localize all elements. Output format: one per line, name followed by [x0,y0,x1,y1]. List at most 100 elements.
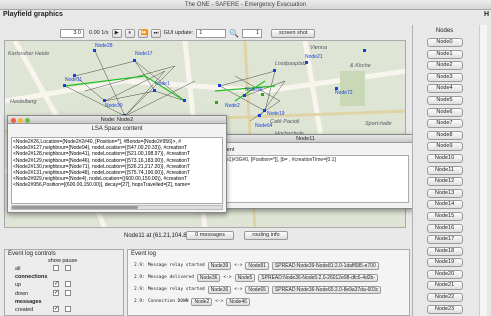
nodes-sidebar: Nodes Node0 Node1 Node2 Node3 Node4 Node5 Node… [412,25,476,316]
zoom-field[interactable]: 1 [242,28,263,38]
log-node-button[interactable]: Node39 [207,261,232,270]
node-tag[interactable]: Node1 [155,81,170,87]
node-tag[interactable]: Node19 [267,111,285,117]
log-time: 2.9: [134,299,145,304]
node-button[interactable]: Node11 [426,165,463,175]
map-status-bar: Node11 at (61.21,104.86) 0 messages rout… [4,230,406,244]
node-button[interactable]: Node9 [426,142,463,152]
screenshot-button[interactable]: screen shot [271,28,316,38]
right-panel-title: H [483,11,489,18]
log-node-button[interactable]: Node46 [226,297,250,306]
node-tag[interactable]: Node72 [335,90,353,96]
nodes-title: Nodes [435,28,454,34]
gui-update-label: GUI update: [163,30,194,36]
node-button[interactable]: Node0 [426,38,463,47]
messages-select[interactable]: 0 messages [186,231,234,240]
lsa-scrollbar[interactable] [11,205,223,210]
node-tag[interactable]: Node21 [305,54,323,60]
node-button[interactable]: Node17 [426,235,463,245]
gui-update-select[interactable]: 1 [196,28,227,38]
log-sep: <-> [234,263,243,268]
created-pause-checkbox[interactable] [65,306,71,312]
node-tag[interactable]: Node11 [65,77,82,83]
log-message-button[interactable]: SPREAD:Node36-Node5:2.0-26012e98-dfc6-4d… [258,273,378,282]
routing-info-button[interactable]: routing info [244,231,288,240]
map-label: Lisolpasplatz [275,61,307,67]
node-button[interactable]: Node23 [426,304,463,314]
node-button[interactable]: Node13 [426,188,463,198]
node-tag[interactable]: Node17 [135,51,153,57]
log-time: 2.9: [134,263,145,268]
up-show-checkbox[interactable]: ✓ [53,281,59,287]
lsa-dialog[interactable]: Node: Node2 LSA Space content <Node2#26,… [7,115,227,213]
ctl-label: connections [15,274,48,280]
node-tag[interactable]: Node30 [105,103,123,109]
map-label: Café Pacioli [270,119,300,125]
node-button[interactable]: Node1 [426,49,463,59]
node-list: Node0 Node1 Node2 Node3 Node4 Node5 Node6 Node7… [413,38,476,316]
sim-time-field[interactable]: 3.0 [60,28,84,38]
node-button[interactable]: Node10 [426,153,463,163]
location-status: Node11 at (61.21,104.86) [124,233,192,239]
play-icon[interactable]: ▶ [111,28,122,38]
log-row: 2.9: Connection DOWN Node2 <-> Node46 [134,297,250,306]
log-row: 2.9: Message delivered Node36 <-> Node5 … [134,273,378,282]
node11-dialog[interactable]: Node11 ontent tion={Node1}#3G#0, [Positi… [198,134,413,209]
up-pause-checkbox[interactable] [65,281,71,287]
zoom-icon: 🔍 [229,28,240,38]
all-pause-checkbox[interactable] [65,265,71,271]
pause-icon[interactable]: ⏸ [124,28,135,38]
lsa-scroll-thumb[interactable] [12,206,138,209]
node-button[interactable]: Node5 [426,95,463,105]
node11-dialog-title: Node11 [199,135,412,143]
down-show-checkbox[interactable]: ✓ [53,290,59,296]
fast-forward-icon[interactable]: ⏩ [137,28,148,38]
zoom-window-icon[interactable] [25,117,30,123]
map-label: Heidelberg [10,99,37,105]
node-button[interactable]: Node7 [426,119,463,129]
down-pause-checkbox[interactable] [65,290,71,296]
event-log-controls: Event log controls show pause all connec… [4,249,124,316]
node-button[interactable]: Node22 [426,293,463,303]
log-node-button[interactable]: Node36 [207,285,232,294]
log-text: Message relay started [147,287,205,292]
node-tag[interactable]: Node2 [225,103,240,109]
log-text: Message relay started [147,263,205,268]
log-message-button[interactable]: SPREAD:Node36-Node65:2.0-8e9a37da-603c [271,285,382,294]
map-label: & Kirche [350,63,371,69]
log-sep: <-> [223,275,232,280]
log-node-button[interactable]: Node81 [245,261,269,270]
step-icon[interactable]: ⏭ [150,28,161,38]
node-button[interactable]: Node8 [426,130,463,140]
node-button[interactable]: Node4 [426,84,463,94]
node-tag[interactable]: Node36 [245,87,263,93]
created-show-checkbox[interactable]: ✓ [53,306,59,312]
node-button[interactable]: Node6 [426,107,463,117]
node-button[interactable]: Node16 [426,223,463,233]
close-icon[interactable] [11,117,16,123]
node-button[interactable]: Node3 [426,72,463,82]
log-message-button[interactable]: SPREAD:Node39-Node81:2.0-1daff685-e700 [271,261,379,270]
lsa-content[interactable]: <Node2#26,Location={Node2#2#40, [Positio… [11,137,223,204]
node-button[interactable]: Node2 [426,61,463,71]
log-node-button[interactable]: Node5 [234,273,256,282]
node-button[interactable]: Node14 [426,200,463,210]
node-button[interactable]: Node19 [426,258,463,268]
log-node-button[interactable]: Node2 [191,297,213,306]
all-show-checkbox[interactable] [53,265,59,271]
minimize-icon[interactable] [18,117,23,123]
node-button[interactable]: Node15 [426,211,463,221]
log-node-button[interactable]: Node36 [196,273,221,282]
node-button[interactable]: Node18 [426,246,463,256]
window-title: The ONE - SAFERE - Emergency Evacuation [0,0,491,10]
show-pause-header: show pause [48,258,78,264]
node-tag[interactable]: Node28 [95,43,113,49]
node-button[interactable]: Node20 [426,269,463,279]
node-button[interactable]: Node21 [426,281,463,291]
nodes-scrollbar[interactable] [479,25,487,316]
log-node-button[interactable]: Node65 [245,285,269,294]
node-tag[interactable]: Node64 [255,123,273,129]
node-button[interactable]: Node12 [426,177,463,187]
map-label: Karlsruher Heide [8,51,50,57]
lsa-dialog-title: Node: Node2 [8,116,226,124]
